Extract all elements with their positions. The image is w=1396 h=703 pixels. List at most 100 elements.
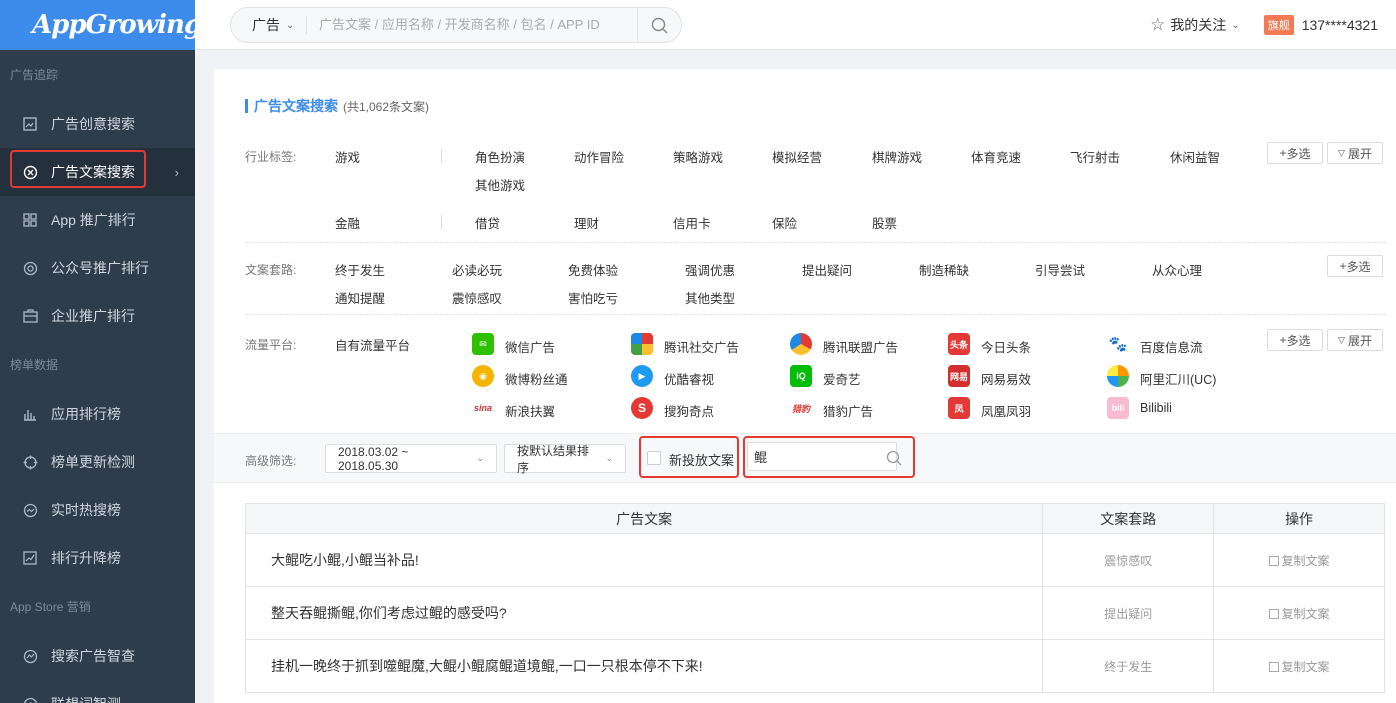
table-row: 整天吞鲲撕鲲,你们考虑过鲲的感受吗? 提出疑问 复制文案 (244, 586, 1385, 640)
platform-tag[interactable]: 新浪扶翼 (505, 401, 555, 420)
crosshair-icon (22, 454, 38, 470)
game-tag[interactable]: 策略游戏 (673, 147, 723, 166)
multi-select-button[interactable]: + 多选 (1327, 255, 1383, 277)
sidebar-item-search-ads[interactable]: 搜索广告智查 (0, 632, 195, 680)
top-bar: 广告 ⌄ 广告文案 / 应用名称 / 开发商名称 / 包名 / APP ID ☆… (195, 0, 1396, 50)
sort-select[interactable]: 按默认结果排序 ⌄ (504, 444, 626, 475)
platform-tag[interactable]: 爱奇艺 (823, 369, 861, 388)
game-tag[interactable]: 体育竞速 (971, 147, 1021, 166)
routine-tag[interactable]: 制造稀缺 (919, 260, 969, 279)
search-type-select[interactable]: 广告 ⌄ (231, 15, 306, 35)
finance-tag[interactable]: 股票 (872, 213, 897, 232)
expand-button[interactable]: ▽ 展开 (1327, 329, 1383, 351)
chevron-down-icon: ⌄ (286, 19, 295, 31)
my-follow-menu[interactable]: ☆ 我的关注 ⌄ (1150, 15, 1240, 35)
tencent-social-icon (631, 333, 653, 355)
divider (441, 149, 442, 163)
routine-tag[interactable]: 强调优惠 (685, 260, 735, 279)
game-tag[interactable]: 模拟经营 (772, 147, 822, 166)
routine-tag[interactable]: 从众心理 (1152, 260, 1202, 279)
platform-tag[interactable]: 网易易效 (981, 369, 1031, 388)
sidebar-item-chart-update[interactable]: 榜单更新检测 (0, 438, 195, 486)
finance-tag[interactable]: 借贷 (475, 213, 500, 232)
advanced-filter-row: 高级筛选: 2018.03.02 ~ 2018.05.30 ⌄ 按默认结果排序 … (214, 433, 1396, 483)
routine-tag[interactable]: 必读必玩 (452, 260, 502, 279)
routine-tag[interactable]: 引导尝试 (1035, 260, 1085, 279)
routine-tag[interactable]: 终于发生 (335, 260, 385, 279)
triangle-down-icon: ▽ (1338, 147, 1345, 158)
platform-tag[interactable]: 优酷睿视 (664, 369, 714, 388)
date-range-picker[interactable]: 2018.03.02 ~ 2018.05.30 ⌄ (325, 444, 497, 473)
netease-icon: 网易 (948, 365, 970, 387)
routine-tag[interactable]: 提出疑问 (802, 260, 852, 279)
iqiyi-icon: iQ (790, 365, 812, 387)
expand-button[interactable]: ▽ 展开 (1327, 142, 1383, 164)
game-tag[interactable]: 角色扮演 (475, 147, 525, 166)
game-tag[interactable]: 棋牌游戏 (872, 147, 922, 166)
routine-tag[interactable]: 通知提醒 (335, 288, 385, 307)
sidebar-section-title: 广告追踪 (10, 68, 59, 82)
game-tag[interactable]: 飞行射击 (1070, 147, 1120, 166)
industry-tag-game[interactable]: 游戏 (335, 147, 360, 166)
keyword-input[interactable]: 鲲 (747, 442, 897, 471)
global-search: 广告 ⌄ 广告文案 / 应用名称 / 开发商名称 / 包名 / APP ID (230, 7, 682, 43)
expand-label: 展开 (1347, 146, 1372, 161)
results-table: 广告文案 文案套路 操作 大鲲吃小鲲,小鲲当补品! 震惊感叹 复制文案 整天吞鲲… (244, 503, 1385, 693)
sidebar-item-company-rank[interactable]: 企业推广排行 (0, 292, 195, 340)
finance-tag[interactable]: 理财 (574, 213, 599, 232)
copy-text-cell: 整天吞鲲撕鲲,你们考虑过鲲的感受吗? (244, 586, 1044, 640)
finance-tag[interactable]: 信用卡 (673, 213, 711, 232)
cheetah-icon: 猎豹 (790, 397, 812, 419)
game-tag[interactable]: 其他游戏 (475, 175, 525, 194)
multi-select-label: 多选 (1346, 259, 1371, 274)
search-type-label: 广告 (252, 17, 280, 33)
platform-tag[interactable]: 微博粉丝通 (505, 369, 568, 388)
multi-select-button[interactable]: + 多选 (1267, 142, 1323, 164)
platform-tag[interactable]: 百度信息流 (1140, 337, 1203, 356)
sidebar-item-creative-search[interactable]: 广告创意搜索 (0, 100, 195, 148)
new-only-checkbox[interactable] (647, 451, 661, 465)
copy-text-button[interactable]: 复制文案 (1213, 586, 1385, 640)
multi-select-label: 多选 (1286, 333, 1311, 348)
sidebar-item-rank-change[interactable]: 排行升降榜 (0, 534, 195, 582)
platform-tag[interactable]: 搜狗奇点 (664, 401, 714, 420)
search-button[interactable] (637, 8, 681, 42)
sidebar-item-app-chart[interactable]: 应用排行榜 (0, 390, 195, 438)
platform-tag[interactable]: 猎豹广告 (823, 401, 873, 420)
platform-tag[interactable]: 腾讯联盟广告 (823, 337, 898, 356)
platform-tag[interactable]: 微信广告 (505, 337, 555, 356)
search-icon[interactable] (886, 450, 902, 466)
sidebar-item-copy-search[interactable]: 广告文案搜索 › (0, 148, 195, 196)
finance-tag[interactable]: 保险 (772, 213, 797, 232)
game-tag[interactable]: 动作冒险 (574, 147, 624, 166)
sidebar: AppGrowing 广告追踪 广告创意搜索 广告文案搜索 › App 推广排行… (0, 0, 202, 703)
platform-tag[interactable]: 凤凰凤羽 (981, 401, 1031, 420)
app-logo[interactable]: AppGrowing (0, 0, 202, 50)
sidebar-item-keyword-test[interactable]: 联想词智测 (0, 680, 195, 703)
user-phone[interactable]: 137****4321 (1302, 17, 1378, 33)
sidebar-item-hot-search[interactable]: 实时热搜榜 (0, 486, 195, 534)
routine-tag[interactable]: 害怕吃亏 (568, 288, 618, 307)
copy-text-button[interactable]: 复制文案 (1213, 533, 1385, 587)
sidebar-item-official-account-rank[interactable]: 公众号推广排行 (0, 244, 195, 292)
copy-text-button[interactable]: 复制文案 (1213, 639, 1385, 693)
industry-tag-finance[interactable]: 金融 (335, 213, 360, 232)
routine-tag[interactable]: 震惊感叹 (452, 288, 502, 307)
routine-tag[interactable]: 免费体验 (568, 260, 618, 279)
search-input[interactable]: 广告文案 / 应用名称 / 开发商名称 / 包名 / APP ID (306, 16, 637, 34)
sidebar-item-app-rank[interactable]: App 推广排行 (0, 196, 195, 244)
search-icon (651, 17, 668, 33)
multi-select-button[interactable]: + 多选 (1267, 329, 1323, 351)
routine-tag[interactable]: 其他类型 (685, 288, 735, 307)
platform-tag[interactable]: 今日头条 (981, 337, 1031, 356)
platform-tag[interactable]: 腾讯社交广告 (664, 337, 739, 356)
chevron-down-icon: ⌄ (1231, 19, 1240, 31)
platform-tag[interactable]: 阿里汇川(UC) (1140, 369, 1216, 388)
toutiao-icon: 头条 (948, 333, 970, 355)
game-tag[interactable]: 休闲益智 (1170, 147, 1220, 166)
table-row: 大鲲吃小鲲,小鲲当补品! 震惊感叹 复制文案 (244, 533, 1385, 587)
multi-select-label: 多选 (1286, 146, 1311, 161)
new-only-label[interactable]: 新投放文案 (669, 450, 734, 469)
platform-tag-own[interactable]: 自有流量平台 (335, 335, 410, 354)
platform-tag[interactable]: Bilibili (1140, 401, 1172, 415)
